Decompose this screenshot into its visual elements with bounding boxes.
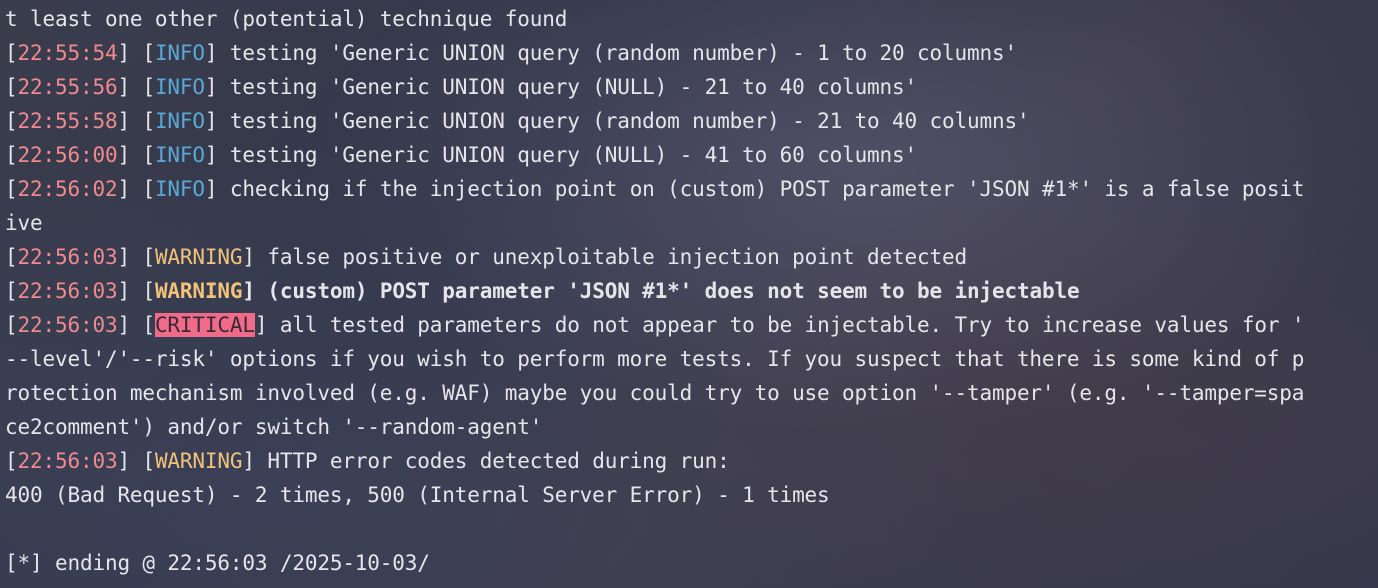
log-text: [*] ending @ 22:56:03 /2025-10-03/ (5, 551, 430, 575)
log-line: [22:55:58] [INFO] testing 'Generic UNION… (5, 109, 1030, 133)
log-message: false positive or unexploitable injectio… (254, 245, 967, 269)
log-level-warning: WARNING (154, 245, 243, 269)
log-line: t least one other (potential) technique … (5, 2, 1378, 36)
log-timestamp: 22:56:00 (17, 143, 118, 167)
log-line: [22:55:56] [INFO] testing 'Generic UNION… (5, 75, 918, 99)
log-timestamp: 22:56:03 (17, 313, 118, 337)
log-timestamp: 22:56:03 (17, 245, 118, 269)
log-text: --level'/'--risk' options if you wish to… (5, 347, 1305, 371)
log-message: HTTP error codes detected during run: (254, 449, 730, 473)
log-line: --level'/'--risk' options if you wish to… (5, 342, 1378, 376)
log-level-warning: WARNING (154, 279, 243, 303)
log-line: [22:56:03] [WARNING] (custom) POST param… (5, 279, 1080, 303)
log-line: [22:55:54] [INFO] testing 'Generic UNION… (5, 41, 1017, 65)
log-level-info: INFO (154, 41, 205, 65)
log-level-info: INFO (154, 109, 205, 133)
log-text: 400 (Bad Request) - 2 times, 500 (Intern… (5, 483, 830, 507)
log-line: rotection mechanism involved (e.g. WAF) … (5, 376, 1378, 410)
log-message: checking if the injection point on (cust… (217, 177, 1305, 201)
log-message: testing 'Generic UNION query (random num… (217, 41, 1017, 65)
log-timestamp: 22:55:58 (17, 109, 118, 133)
log-line: ce2comment') and/or switch '--random-age… (5, 410, 1378, 444)
log-text: t least one other (potential) technique … (5, 7, 568, 31)
log-line: [22:56:02] [INFO] checking if the inject… (5, 177, 1305, 201)
log-timestamp: 22:56:02 (17, 177, 118, 201)
log-line: 400 (Bad Request) - 2 times, 500 (Intern… (5, 478, 1378, 512)
log-timestamp: 22:55:56 (17, 75, 118, 99)
log-level-info: INFO (154, 177, 205, 201)
log-line-empty (5, 512, 1378, 546)
log-message: (custom) POST parameter 'JSON #1*' does … (254, 279, 1080, 303)
log-message: testing 'Generic UNION query (NULL) - 21… (217, 75, 918, 99)
log-text: ive (5, 211, 43, 235)
log-message: testing 'Generic UNION query (random num… (217, 109, 1030, 133)
log-line: [22:56:03] [WARNING] HTTP error codes de… (5, 449, 730, 473)
log-level-info: INFO (154, 75, 205, 99)
log-line: [22:56:00] [INFO] testing 'Generic UNION… (5, 143, 918, 167)
log-level-warning: WARNING (154, 449, 243, 473)
log-message: all tested parameters do not appear to b… (267, 313, 1305, 337)
log-message: testing 'Generic UNION query (NULL) - 41… (217, 143, 918, 167)
log-timestamp: 22:56:03 (17, 449, 118, 473)
log-line: [*] ending @ 22:56:03 /2025-10-03/ (5, 546, 1378, 580)
terminal-output[interactable]: t least one other (potential) technique … (0, 0, 1378, 588)
log-text: rotection mechanism involved (e.g. WAF) … (5, 381, 1305, 405)
log-level-critical: CRITICAL (154, 313, 255, 337)
log-line: ive (5, 206, 1378, 240)
log-line: [22:56:03] [CRITICAL] all tested paramet… (5, 313, 1305, 337)
log-timestamp: 22:56:03 (17, 279, 118, 303)
log-level-info: INFO (154, 143, 205, 167)
log-timestamp: 22:55:54 (17, 41, 118, 65)
log-line: [22:56:03] [WARNING] false positive or u… (5, 245, 967, 269)
log-text: ce2comment') and/or switch '--random-age… (5, 415, 543, 439)
